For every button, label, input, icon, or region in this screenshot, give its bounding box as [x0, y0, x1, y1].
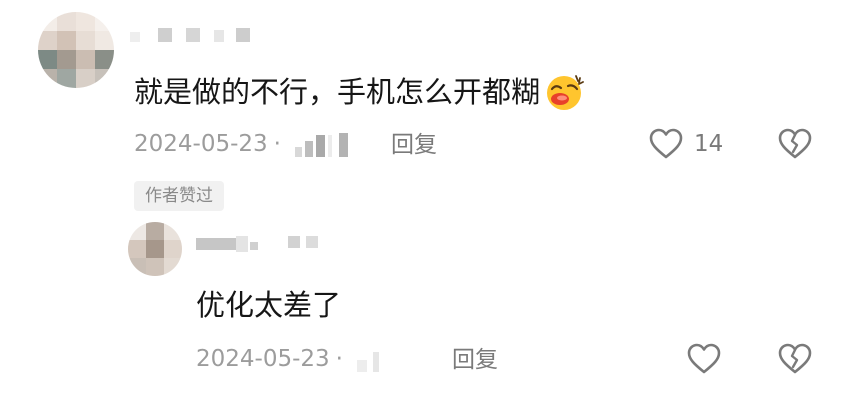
- reply-heart-icon[interactable]: [686, 342, 722, 376]
- comment-body: 就是做的不行，手机怎么开都糊: [134, 74, 586, 110]
- author-liked-badge: 作者赞过: [134, 181, 224, 211]
- like-count: 14: [694, 131, 724, 157]
- comment-date: 2024-05-23: [134, 131, 268, 157]
- reply-ip-location-blurred: [356, 346, 379, 372]
- laughing-face-emoji-icon: [542, 72, 586, 112]
- reply-date-separator: ·: [335, 346, 343, 372]
- comment-text: 就是做的不行，手机怎么开都糊: [134, 75, 541, 109]
- reply-text: 优化太差了: [196, 288, 342, 322]
- reply-button[interactable]: 回复: [391, 131, 437, 159]
- reply-avatar[interactable]: [128, 222, 182, 276]
- heart-icon: [648, 127, 684, 161]
- avatar[interactable]: [38, 12, 114, 88]
- reply-reply-button[interactable]: 回复: [452, 346, 498, 374]
- reply-date: 2024-05-23: [196, 346, 330, 372]
- reply-meta: 2024-05-23 ·: [196, 345, 379, 373]
- reply-broken-heart-icon[interactable]: [777, 342, 813, 376]
- broken-heart-icon[interactable]: [777, 127, 813, 161]
- ip-location-blurred: [294, 131, 348, 157]
- like-button[interactable]: 14: [648, 126, 723, 162]
- comment-meta: 2024-05-23 ·: [134, 130, 348, 158]
- reply-username-blurred[interactable]: [196, 232, 336, 254]
- date-separator: ·: [273, 131, 281, 157]
- username-blurred[interactable]: [130, 26, 250, 44]
